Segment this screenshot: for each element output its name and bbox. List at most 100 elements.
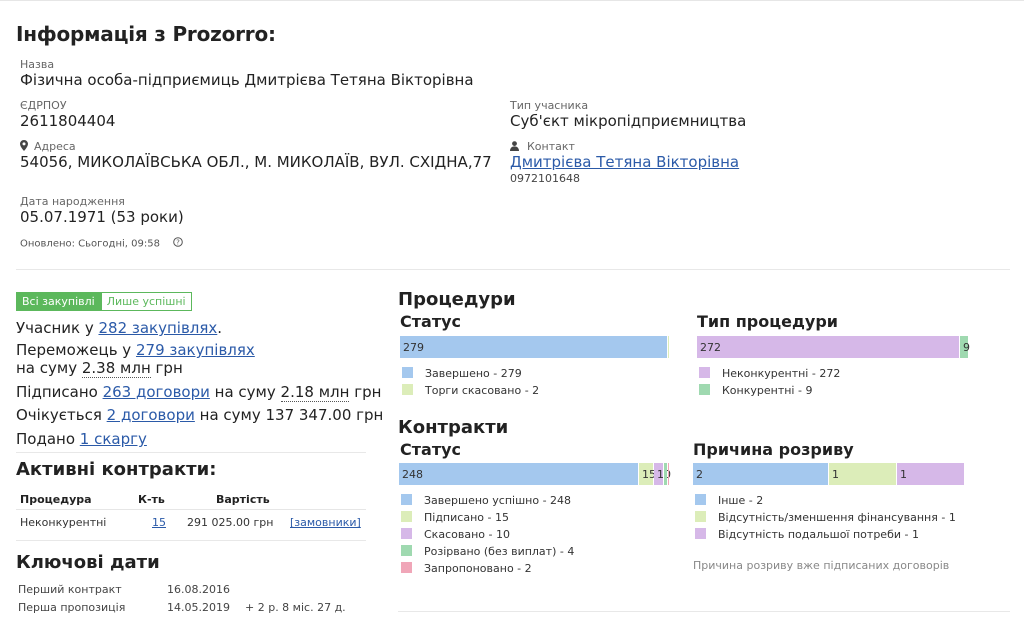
row-count-link[interactable]: 15 <box>152 516 166 529</box>
legend-item-0-1: Торги скасовано - 2 <box>402 384 539 397</box>
legend-item-2-4: Запропоновано - 2 <box>401 562 532 575</box>
stat-signed-mid: на суму <box>214 383 276 401</box>
birth-value: 05.07.1971 (53 роки) <box>20 208 184 226</box>
participant-link[interactable]: 282 закупівлях <box>98 319 217 337</box>
active-contracts-table: Процедура К-ть Вартість Неконкурентні 15… <box>16 488 366 552</box>
divider-left-1 <box>16 452 366 453</box>
address-value: 54056, МИКОЛАЇВСЬКА ОБЛ., М. МИКОЛАЇВ, В… <box>20 153 492 171</box>
procedures-title: Процедури <box>398 289 516 310</box>
bar-segment-1-1[interactable]: 9 <box>960 336 970 358</box>
name-label: Назва <box>20 58 55 71</box>
stat-winner-sum-suffix: грн <box>155 359 183 377</box>
help-icon[interactable]: ? <box>173 237 183 250</box>
legend-swatch <box>699 367 710 378</box>
first-offer-delta: + 2 р. 8 міс. 27 д. <box>245 601 346 614</box>
map-pin-icon <box>20 140 28 154</box>
participant-type-value: Суб'єкт мікропідприємництва <box>510 112 747 130</box>
bar-label-3-0: 2 <box>696 468 703 481</box>
legend-text: Скасовано - 10 <box>424 528 510 541</box>
bar-segment-1-0[interactable]: 272 <box>697 336 959 358</box>
stat-participant-suffix: . <box>217 319 223 337</box>
procedure-type-chart: 272 Неконкурентні - 272 9 Конкурентні - 9 <box>697 336 970 397</box>
legend-swatch <box>401 528 412 539</box>
legend-item-2-0: Завершено успішно - 248 <box>401 494 571 507</box>
bar-segment-3-2[interactable]: 1 <box>897 463 964 485</box>
legend-text: Підписано - 15 <box>424 511 509 524</box>
legend-item-1-1: Конкурентні - 9 <box>699 384 812 397</box>
termination-reason-title: Причина розриву <box>693 440 854 459</box>
legend-swatch <box>401 511 412 522</box>
tab-all-procurements[interactable]: Всі закупівлі <box>16 292 101 311</box>
tab-successful-only[interactable]: Лише успішні <box>100 292 192 311</box>
procedure-type-title: Тип процедури <box>697 312 838 331</box>
stat-participant-prefix: Учасник у <box>16 319 94 337</box>
stat-winner: Переможець у 279 закупівлях <box>16 341 255 359</box>
bar-segment-2-2[interactable]: 10 <box>654 463 671 485</box>
address-label-row: Адреса <box>20 140 76 154</box>
top-border <box>0 0 1024 4</box>
contact-phone: 0972101648 <box>510 172 580 185</box>
signed-contracts-link[interactable]: 263 договори <box>103 383 210 401</box>
divider-top <box>16 269 1010 270</box>
legend-text: Завершено успішно - 248 <box>424 494 572 507</box>
bar-label-0-0: 279 <box>403 341 424 354</box>
bar-label-1-0: 272 <box>700 341 721 354</box>
svg-text:?: ? <box>176 239 180 247</box>
legend-item-0-0: Завершено - 279 <box>402 367 522 380</box>
edrpou-label: ЄДРПОУ <box>20 99 67 112</box>
bar-segment-2-1[interactable]: 15 <box>639 463 656 485</box>
bar-segment-2-0[interactable]: 248 <box>399 463 638 485</box>
legend-text: Відсутність подальшої потреби - 1 <box>718 528 919 541</box>
stat-signed-suffix: грн <box>354 383 382 401</box>
bar-segment-3-1[interactable]: 1 <box>829 463 896 485</box>
signed-sum-value[interactable]: 2.18 млн <box>280 383 350 402</box>
expected-contracts-link[interactable]: 2 договори <box>107 406 195 424</box>
bar-segment-0-1[interactable] <box>668 336 669 358</box>
contact-name-link[interactable]: Дмитрієва Тетяна Вікторівна <box>510 153 739 171</box>
winner-link[interactable]: 279 закупівлях <box>136 341 255 359</box>
col-procedure: Процедура <box>20 493 92 506</box>
legend-item-3-2: Відсутність подальшої потреби - 1 <box>695 528 919 541</box>
contracts-status-title: Статус <box>400 440 461 459</box>
stat-complaint: Подано 1 скаргу <box>16 430 147 448</box>
stat-expected-suffix: на суму 137 347.00 грн <box>199 406 384 424</box>
bar-segment-2-4[interactable] <box>668 463 669 485</box>
legend-text: Запропоновано - 2 <box>424 562 532 575</box>
complaint-link[interactable]: 1 скаргу <box>80 430 147 448</box>
customers-link[interactable]: [замовники] <box>290 516 361 529</box>
bar-segment-3-0[interactable]: 2 <box>693 463 828 485</box>
first-offer-label: Перша пропозиція <box>18 601 126 614</box>
updated-text: Оновлено: Сьогодні, 09:58 <box>20 238 160 250</box>
bar-label-2-0: 248 <box>402 468 423 481</box>
divider-left-2 <box>16 540 366 541</box>
first-contract-label: Перший контракт <box>18 583 122 596</box>
legend-text: Відсутність/зменшення фінансування - 1 <box>718 511 956 524</box>
filter-tabs: Всі закупівлі Лише успішні <box>16 290 192 311</box>
legend-item-3-0: Інше - 2 <box>695 494 763 507</box>
stat-winner-sum: на суму 2.38 млн грн <box>16 359 183 378</box>
bar-segment-2-3[interactable] <box>664 463 667 485</box>
legend-swatch <box>695 511 706 522</box>
legend-text: Торги скасовано - 2 <box>425 384 540 397</box>
legend-item-2-1: Підписано - 15 <box>401 511 509 524</box>
participant-type-label: Тип учасника <box>510 99 589 112</box>
stat-signed-prefix: Підписано <box>16 383 98 401</box>
legend-item-1-0: Неконкурентні - 272 <box>699 367 840 380</box>
row-value: 291 025.00 грн <box>187 516 274 529</box>
first-offer-date: 14.05.2019 <box>167 601 230 614</box>
user-icon <box>510 140 519 154</box>
legend-text: Розірвано (без виплат) - 4 <box>424 545 575 558</box>
stat-signed: Підписано 263 договори на суму 2.18 млн … <box>16 383 382 402</box>
winner-sum-value[interactable]: 2.38 млн <box>81 359 151 378</box>
legend-swatch <box>401 494 412 505</box>
bar-segment-0-0[interactable]: 279 <box>400 336 667 358</box>
stat-winner-prefix: Переможець у <box>16 341 132 359</box>
row-procedure: Неконкурентні <box>20 516 107 529</box>
active-contracts-title: Активні контракти: <box>16 459 217 480</box>
legend-text: Конкурентні - 9 <box>722 384 813 397</box>
divider-bottom <box>398 611 1010 612</box>
legend-swatch <box>401 562 412 573</box>
legend-swatch <box>401 545 412 556</box>
bar-label-3-2: 1 <box>900 468 907 481</box>
name-value: Фізична особа-підприємиць Дмитрієва Тетя… <box>20 71 474 89</box>
